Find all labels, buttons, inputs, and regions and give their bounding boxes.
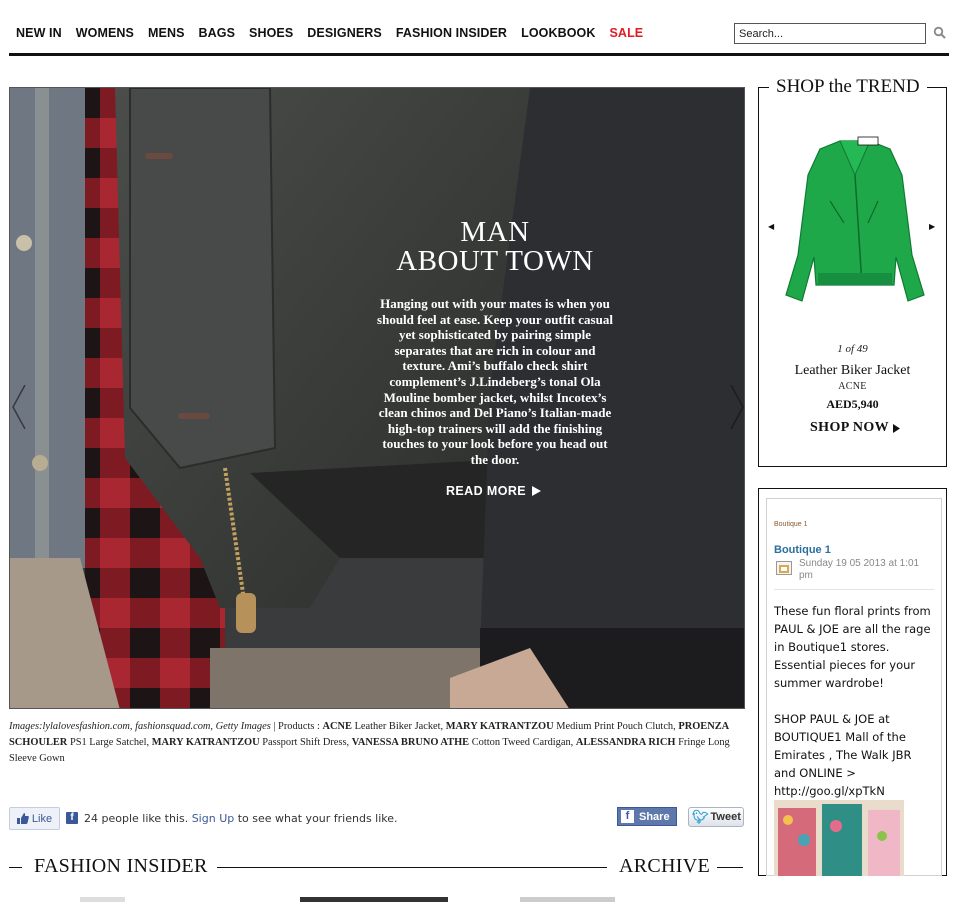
product-brand[interactable]: MARY KATRANTZOU [446, 721, 554, 732]
facebook-f-icon: f [621, 810, 634, 823]
read-more-link[interactable]: READ MORE [446, 484, 541, 498]
trend-product-name[interactable]: Leather Biker Jacket [758, 363, 947, 379]
products-label: | Products : [273, 721, 320, 732]
nav-new-in[interactable]: NEW IN [16, 26, 62, 40]
nav-fashion-insider[interactable]: FASHION INSIDER [396, 26, 507, 40]
like-count: 24 people like this. [84, 812, 189, 825]
section-divider [217, 867, 607, 868]
image-sources: Images:lylalovesfashion.com, fashionsqua… [9, 721, 271, 732]
read-more-label: READ MORE [446, 484, 526, 498]
product-brand[interactable]: ACNE [323, 721, 352, 732]
play-arrow-icon [532, 486, 541, 496]
share-label: Share [639, 810, 670, 823]
play-arrow-icon [893, 423, 901, 433]
header-divider [9, 53, 949, 56]
product-name: Medium Print Pouch Clutch, [556, 721, 676, 732]
nav-bags[interactable]: BAGS [199, 26, 236, 40]
fashion-insider-heading[interactable]: FASHION INSIDER [34, 855, 208, 878]
product-image[interactable] [782, 135, 928, 307]
facebook-share-button[interactable]: f Share [617, 807, 677, 826]
product-name: PS1 Large Satchel, [69, 737, 150, 748]
fb-page-label: Boutique 1 [774, 521, 808, 528]
hero-title: MAN ABOUT TOWN [370, 218, 620, 276]
search-input[interactable] [734, 23, 926, 44]
tweet-label: Tweet [710, 811, 741, 823]
product-brand[interactable]: VANESSA BRUNO ATHE [352, 737, 469, 748]
product-name: Passport Shift Dress, [262, 737, 350, 748]
hero-banner[interactable]: MAN ABOUT TOWN Hanging out with your mat… [9, 87, 745, 709]
trend-counter: 1 of 49 [837, 343, 868, 355]
nav-designers[interactable]: DESIGNERS [307, 26, 382, 40]
image-credits: Images:lylalovesfashion.com, fashionsqua… [9, 719, 745, 767]
nav-sale[interactable]: SALE [610, 26, 644, 40]
section-divider [9, 867, 22, 868]
shop-now-label: SHOP NOW [810, 420, 890, 435]
fb-divider [774, 589, 934, 590]
trend-next-arrow-icon[interactable]: ▶ [929, 222, 935, 231]
like-label: Like [31, 812, 53, 825]
article-thumbnail[interactable] [80, 897, 125, 902]
hero-title-line2: ABOUT TOWN [396, 245, 594, 277]
hero-title-line1: MAN [460, 216, 530, 248]
like-summary: 24 people like this. Sign Up to see what… [84, 812, 398, 825]
signup-link[interactable]: Sign Up [192, 812, 235, 825]
product-brand[interactable]: ALESSANDRA RICH [576, 737, 676, 748]
fb-post-paragraph[interactable]: SHOP PAUL & JOE at BOUTIQUE1 Mall of the… [774, 710, 934, 800]
shop-now-button[interactable]: SHOP NOW [810, 420, 901, 436]
shop-the-trend-title: SHOP the TREND [769, 76, 927, 98]
hero-description: Hanging out with your mates is when you … [377, 296, 613, 467]
trend-product-price: AED5,940 [826, 397, 879, 411]
article-thumbnail[interactable] [300, 897, 448, 902]
search-icon[interactable] [933, 26, 947, 40]
fb-post-date: Sunday 19 05 2013 at 1:01 pm [799, 558, 920, 581]
signup-suffix: to see what your friends like. [237, 812, 398, 825]
hero-next-arrow-icon[interactable] [730, 385, 744, 429]
nav-shoes[interactable]: SHOES [249, 26, 293, 40]
trend-product-brand: ACNE [838, 381, 867, 392]
fb-post-photo[interactable] [774, 800, 904, 876]
product-name: Leather Biker Jacket, [354, 721, 444, 732]
nav-womens[interactable]: WOMENS [76, 26, 134, 40]
photo-post-icon [776, 561, 792, 575]
nav-lookbook[interactable]: LOOKBOOK [521, 26, 595, 40]
section-divider [717, 867, 743, 868]
article-thumbnail[interactable] [520, 897, 615, 902]
hero-prev-arrow-icon[interactable] [12, 385, 26, 429]
tweet-button[interactable]: 🐦︎ Tweet [688, 807, 744, 827]
twitter-bird-icon: 🐦︎ [692, 809, 709, 824]
nav-mens[interactable]: MENS [148, 26, 185, 40]
facebook-like-button[interactable]: Like [9, 807, 60, 830]
thumbs-up-icon [16, 813, 29, 824]
facebook-icon: f [66, 812, 78, 824]
fb-post-paragraph: These fun floral prints from PAUL & JOE … [774, 604, 931, 690]
product-brand[interactable]: MARY KATRANTZOU [152, 737, 260, 748]
main-nav: NEW IN WOMENS MENS BAGS SHOES DESIGNERS … [16, 26, 643, 40]
archive-heading[interactable]: ARCHIVE [619, 855, 710, 878]
trend-prev-arrow-icon[interactable]: ◀ [768, 222, 774, 231]
fb-post-text: These fun floral prints from PAUL & JOE … [774, 602, 934, 818]
fb-page-name[interactable]: Boutique 1 [774, 544, 831, 556]
product-name: Cotton Tweed Cardigan, [471, 737, 574, 748]
